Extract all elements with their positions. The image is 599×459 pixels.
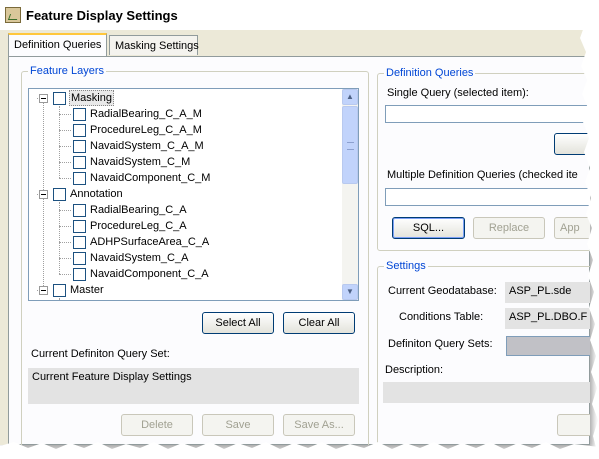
tree-node-label: ProcedureLeg_C_A_M xyxy=(90,124,202,136)
tree-node-label: RadialBearing_C_A xyxy=(90,204,187,216)
tree-node-label: ADHPSurfaceArea_C_A xyxy=(90,236,210,248)
scroll-up-arrow-icon: ▲ xyxy=(346,92,354,101)
tree-node-label: Annotation xyxy=(70,188,123,200)
layer-checkbox[interactable] xyxy=(73,124,86,137)
layer-checkbox[interactable] xyxy=(73,236,86,249)
tree-node-annotation[interactable]: Annotation xyxy=(29,186,343,202)
tab-definition-queries[interactable]: Definition Queries xyxy=(8,33,107,56)
description-value xyxy=(383,382,590,403)
query-sets-label: Definiton Query Sets: xyxy=(388,338,493,350)
window-title: Feature Display Settings xyxy=(26,8,178,23)
tree-node-label: NavaidSystem_C_A_M xyxy=(90,140,204,152)
feature-display-app-icon xyxy=(5,7,21,23)
single-query-input[interactable] xyxy=(385,105,590,123)
multiple-query-input[interactable] xyxy=(385,188,590,206)
delete-button[interactable]: Delete xyxy=(121,414,193,436)
layer-checkbox[interactable] xyxy=(53,284,66,297)
layer-checkbox[interactable] xyxy=(53,188,66,201)
title-bar[interactable]: Feature Display Settings xyxy=(0,0,590,30)
sql-button[interactable]: SQL... xyxy=(392,217,465,239)
tree-node-label: Master xyxy=(70,284,104,296)
tree-node-procedureleg-c-a-m[interactable]: ProcedureLeg_C_A_M xyxy=(29,122,343,138)
layer-checkbox[interactable] xyxy=(53,92,66,105)
scroll-up-button[interactable]: ▲ xyxy=(342,89,358,105)
tab-masking-settings[interactable]: Masking Settings xyxy=(109,35,199,55)
definition-queries-legend: Definition Queries xyxy=(384,67,476,79)
scroll-down-arrow-icon: ▼ xyxy=(346,287,354,296)
layer-checkbox[interactable] xyxy=(73,108,86,121)
collapse-icon[interactable] xyxy=(39,190,48,199)
tree-node-navaidcomponent-c-m[interactable]: NavaidComponent_C_M xyxy=(29,170,343,186)
collapse-icon[interactable] xyxy=(39,286,48,295)
tree-node-label: ProcedureLeg_C_A xyxy=(90,220,187,232)
tree-node-procedureleg-c-a[interactable]: ProcedureLeg_C_A xyxy=(29,218,343,234)
tree-node-radialbearing-c-a[interactable]: RadialBearing_C_A xyxy=(29,202,343,218)
torn-edge-right xyxy=(579,0,599,459)
settings-legend: Settings xyxy=(384,260,428,272)
multiple-query-label: Multiple Definition Queries (checked ite xyxy=(387,169,578,181)
tree-node-masking[interactable]: Masking xyxy=(29,90,343,106)
feature-layers-tree[interactable]: Masking RadialBearing_C_A_M ProcedureLeg_C… xyxy=(28,88,359,301)
tree-node-label: NavaidComponent_C_A xyxy=(90,268,209,280)
description-label: Description: xyxy=(385,364,444,376)
layer-checkbox[interactable] xyxy=(73,220,86,233)
tree-node-label: NavaidSystem_C_M xyxy=(90,156,191,168)
torn-edge-bottom xyxy=(0,442,599,459)
layer-checkbox[interactable] xyxy=(73,268,86,281)
tree-node-navaidsystem-c-a[interactable]: NavaidSystem_C_A xyxy=(29,250,343,266)
layer-checkbox[interactable] xyxy=(73,204,86,217)
tree-node-radialbearing-c-a-m[interactable]: RadialBearing_C_A_M xyxy=(29,106,343,122)
layer-checkbox[interactable] xyxy=(73,156,86,169)
tree-node-adhpsurfacearea-c-a[interactable]: ADHPSurfaceArea_C_A xyxy=(29,234,343,250)
tree-node-master[interactable]: Master xyxy=(29,282,343,298)
tree-node-label: NavaidComponent_C_M xyxy=(90,172,211,184)
collapse-icon[interactable] xyxy=(39,94,48,103)
save-button[interactable]: Save xyxy=(202,414,274,436)
tree-vertical-scrollbar[interactable]: ▲ ▼ xyxy=(342,89,358,300)
layer-checkbox[interactable] xyxy=(73,252,86,265)
tree-node-navaidsystem-c-m[interactable]: NavaidSystem_C_M xyxy=(29,154,343,170)
tree-node-label: NavaidSystem_C_A xyxy=(90,252,189,264)
clear-all-button[interactable]: Clear All xyxy=(283,312,355,334)
single-query-label: Single Query (selected item): xyxy=(387,87,529,99)
scroll-down-button[interactable]: ▼ xyxy=(342,284,358,300)
dialog-window: Feature Display Settings Definition Quer… xyxy=(0,0,590,445)
save-as-button[interactable]: Save As... xyxy=(283,414,355,436)
layer-checkbox[interactable] xyxy=(73,172,86,185)
tree-node-navaidcomponent-c-a[interactable]: NavaidComponent_C_A xyxy=(29,266,343,282)
current-query-set-value: Current Feature Display Settings xyxy=(28,368,359,404)
tree-node-navaidsystem-c-a-m[interactable]: NavaidSystem_C_A_M xyxy=(29,138,343,154)
feature-layers-legend: Feature Layers xyxy=(28,65,106,77)
layer-checkbox[interactable] xyxy=(73,140,86,153)
current-geodatabase-label: Current Geodatabase: xyxy=(388,285,497,297)
tree-node-label: Masking xyxy=(69,90,114,106)
scroll-thumb[interactable] xyxy=(342,106,358,184)
definition-queries-panel: Feature Layers Masking RadialBearing_C_A_… xyxy=(8,56,590,445)
select-all-button[interactable]: Select All xyxy=(202,312,274,334)
conditions-table-label: Conditions Table: xyxy=(399,311,484,323)
current-query-set-label: Current Definiton Query Set: xyxy=(31,348,170,360)
replace-button[interactable]: Replace xyxy=(473,217,545,239)
tree-node-label: RadialBearing_C_A_M xyxy=(90,108,202,120)
